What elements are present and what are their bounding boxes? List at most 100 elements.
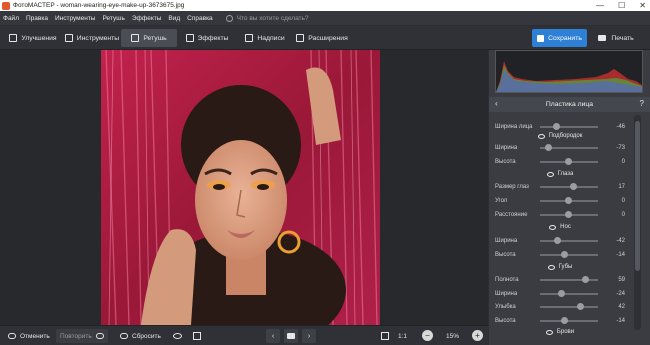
next-image-button[interactable]: › bbox=[302, 329, 316, 343]
section-eyes: Глаза bbox=[495, 169, 625, 179]
tab-text[interactable]: Надписи bbox=[240, 29, 290, 47]
undo-label: Отменить bbox=[20, 332, 50, 340]
slider-label: Высота bbox=[495, 159, 516, 165]
section-title: Подбородок bbox=[548, 133, 583, 139]
crop-icon bbox=[64, 34, 73, 42]
tab-extensions[interactable]: Расширения bbox=[295, 29, 349, 47]
slider-eye-size[interactable]: Размер глаз 17 bbox=[495, 182, 625, 192]
minimize-button[interactable]: — bbox=[596, 1, 604, 10]
slider-lips-height[interactable]: Высота -14 bbox=[495, 316, 625, 326]
slider-track[interactable] bbox=[540, 237, 598, 244]
floppy-icon bbox=[537, 34, 545, 42]
preview-eye-button[interactable] bbox=[170, 329, 184, 343]
redo-button[interactable]: Повторить bbox=[56, 329, 108, 343]
slider-value: -24 bbox=[616, 291, 625, 297]
back-button[interactable]: ‹ bbox=[495, 99, 498, 108]
panel-scrollbar[interactable] bbox=[634, 115, 641, 330]
reset-button[interactable]: Сбросить bbox=[120, 329, 161, 343]
panel-title: Пластика лица bbox=[545, 101, 594, 108]
slider-label: Высота bbox=[495, 318, 516, 324]
menu-tools[interactable]: Инструменты bbox=[55, 15, 96, 22]
slider-value: -42 bbox=[616, 238, 625, 244]
slider-track[interactable] bbox=[540, 303, 598, 310]
slider-track[interactable] bbox=[540, 144, 598, 151]
slider-nose-height[interactable]: Высота -14 bbox=[495, 250, 625, 260]
slider-eye-distance[interactable]: Расстояние 0 bbox=[495, 210, 625, 220]
slider-knob[interactable] bbox=[545, 144, 552, 151]
slider-knob[interactable] bbox=[565, 158, 572, 165]
slider-track[interactable] bbox=[540, 276, 598, 283]
slider-knob[interactable] bbox=[561, 317, 568, 324]
tab-effects[interactable]: Эффекты bbox=[181, 29, 233, 47]
title-bar: ФотоМАСТЕР - woman-wearing-eye-make-up-3… bbox=[0, 0, 650, 11]
tab-label: Надписи bbox=[257, 34, 285, 42]
menu-edit[interactable]: Правка bbox=[26, 15, 48, 22]
menu-file[interactable]: Файл bbox=[3, 15, 19, 22]
slider-knob[interactable] bbox=[561, 251, 568, 258]
zoom-in-button[interactable]: + bbox=[472, 330, 483, 341]
tab-retouch[interactable]: Ретушь bbox=[121, 29, 177, 47]
print-button[interactable]: Печать bbox=[592, 29, 640, 47]
slider-knob[interactable] bbox=[577, 303, 584, 310]
save-button[interactable]: Сохранить bbox=[532, 29, 587, 47]
menu-retouch[interactable]: Ретушь bbox=[102, 15, 124, 22]
scrollbar-thumb[interactable] bbox=[635, 121, 640, 271]
section-title: Губы bbox=[558, 264, 573, 270]
tab-label: Эффекты bbox=[197, 34, 229, 42]
slider-value: 0 bbox=[621, 198, 625, 204]
undo-button[interactable]: Отменить bbox=[8, 329, 50, 343]
slider-nose-width[interactable]: Ширина -42 bbox=[495, 236, 625, 246]
slider-knob[interactable] bbox=[570, 183, 577, 190]
slider-knob[interactable] bbox=[558, 290, 565, 297]
slider-knob[interactable] bbox=[582, 276, 589, 283]
slider-track[interactable] bbox=[540, 183, 598, 190]
photo-preview[interactable] bbox=[101, 50, 380, 325]
slider-knob[interactable] bbox=[554, 237, 561, 244]
slider-lips-width[interactable]: Ширина -24 bbox=[495, 289, 625, 299]
compare-button[interactable] bbox=[190, 329, 204, 343]
section-chin: Подбородок bbox=[495, 131, 625, 141]
slider-chin-width[interactable]: Ширина -73 bbox=[495, 143, 625, 153]
help-button[interactable]: ? bbox=[640, 99, 644, 108]
portrait-illustration bbox=[101, 50, 380, 325]
prev-image-button[interactable]: ‹ bbox=[266, 329, 280, 343]
maximize-button[interactable]: ☐ bbox=[618, 1, 625, 10]
slider-chin-height[interactable]: Высота 0 bbox=[495, 157, 625, 167]
slider-knob[interactable] bbox=[553, 123, 560, 130]
print-label: Печать bbox=[611, 34, 634, 42]
slider-label: Ширина лица bbox=[495, 124, 533, 130]
bottom-bar: Отменить Повторить Сбросить ‹ › 1:1 − 15… bbox=[0, 325, 489, 345]
folder-button[interactable] bbox=[284, 329, 298, 343]
slider-knob[interactable] bbox=[565, 211, 572, 218]
slider-track[interactable] bbox=[540, 317, 598, 324]
slider-lips-smile[interactable]: Улыбка 42 bbox=[495, 302, 625, 312]
tab-tools[interactable]: Инструменты bbox=[64, 29, 120, 47]
compare-icon bbox=[193, 332, 201, 340]
fit-screen-button[interactable] bbox=[378, 329, 392, 343]
slider-label: Ширина bbox=[495, 145, 518, 151]
menu-help[interactable]: Справка bbox=[187, 15, 213, 22]
search-box[interactable]: Что вы хотите сделать? bbox=[225, 14, 309, 22]
slider-value: 0 bbox=[621, 212, 625, 218]
slider-track[interactable] bbox=[540, 290, 598, 297]
slider-lips-fullness[interactable]: Полнота 59 bbox=[495, 275, 625, 285]
zoom-value: 15% bbox=[445, 332, 459, 340]
slider-track[interactable] bbox=[540, 211, 598, 218]
slider-label: Улыбка bbox=[495, 304, 516, 310]
slider-track[interactable] bbox=[540, 251, 598, 258]
section-title: Брови bbox=[556, 329, 575, 335]
slider-knob[interactable] bbox=[565, 197, 572, 204]
app-logo-icon bbox=[2, 1, 10, 10]
fit-screen-icon bbox=[381, 332, 389, 340]
slider-eye-angle[interactable]: Угол 0 bbox=[495, 196, 625, 206]
menu-effects[interactable]: Эффекты bbox=[132, 15, 162, 22]
window-title: ФотоМАСТЕР - woman-wearing-eye-make-up-3… bbox=[13, 2, 185, 9]
ratio-button[interactable]: 1:1 bbox=[398, 329, 407, 343]
zoom-out-button[interactable]: − bbox=[422, 330, 433, 341]
tab-enhance[interactable]: Улучшения bbox=[6, 29, 60, 47]
slider-track[interactable] bbox=[540, 158, 598, 165]
slider-track[interactable] bbox=[540, 123, 598, 130]
close-button[interactable]: ✕ bbox=[639, 1, 646, 10]
menu-view[interactable]: Вид bbox=[168, 15, 180, 22]
slider-track[interactable] bbox=[540, 197, 598, 204]
